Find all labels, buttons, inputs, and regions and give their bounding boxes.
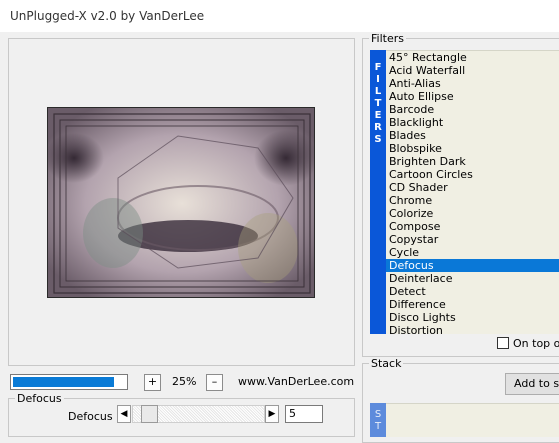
filters-letter: S [374, 134, 382, 145]
slider-increase-button[interactable]: ▶ [265, 405, 279, 423]
on-top-checkbox[interactable]: On top of [497, 337, 559, 350]
defocus-value-field[interactable]: 5 [285, 405, 323, 423]
filter-list-item[interactable]: CD Shader [386, 181, 559, 194]
defocus-param-label: Defocus [68, 410, 113, 423]
filter-list-item[interactable]: Distortion [386, 324, 559, 334]
filter-list-item[interactable]: Blobspike [386, 142, 559, 155]
filter-list-item[interactable]: Blades [386, 129, 559, 142]
filters-side-bar: FILTERS [370, 50, 386, 334]
filter-list-item[interactable]: Chrome [386, 194, 559, 207]
filter-list-item[interactable]: Disco Lights [386, 311, 559, 324]
stack-list[interactable] [386, 403, 559, 437]
filter-list-item[interactable]: Anti-Alias [386, 77, 559, 90]
defocus-slider-thumb[interactable] [141, 405, 159, 423]
filter-list-item[interactable]: Auto Ellipse [386, 90, 559, 103]
filter-list-item[interactable]: Deinterlace [386, 272, 559, 285]
preview-image[interactable] [47, 107, 315, 298]
filter-list-item[interactable]: Acid Waterfall [386, 64, 559, 77]
filter-list-item[interactable]: Defocus [386, 259, 559, 272]
window-title: UnPlugged-X v2.0 by VanDerLee [10, 9, 205, 23]
filter-list-item[interactable]: 45° Rectangle [386, 51, 559, 64]
filters-letter: F [374, 62, 382, 73]
zoom-in-button[interactable]: + [144, 374, 161, 391]
progress-fill [13, 377, 114, 387]
filters-letter: T [374, 98, 382, 109]
title-bar: UnPlugged-X v2.0 by VanDerLee [0, 0, 559, 32]
stack-group-label: Stack [369, 357, 404, 370]
filter-list-item[interactable]: Compose [386, 220, 559, 233]
stack-side-bar: ST [370, 403, 386, 437]
stack-letter: T [374, 421, 382, 432]
parameter-group-label: Defocus [15, 392, 64, 405]
filter-list-item[interactable]: Difference [386, 298, 559, 311]
filters-letter: L [374, 86, 382, 97]
website-link[interactable]: www.VanDerLee.com [238, 375, 354, 388]
filters-letter: R [374, 122, 382, 133]
filter-list-item[interactable]: Cartoon Circles [386, 168, 559, 181]
filter-list[interactable]: 45° Rectangle Acid Waterfall Anti-Alias Aut… [386, 50, 559, 334]
progress-bar [10, 374, 128, 390]
on-top-label: On top of [513, 337, 559, 350]
filter-list-item[interactable]: Barcode [386, 103, 559, 116]
filter-list-item[interactable]: Cycle [386, 246, 559, 259]
checkbox-box[interactable] [497, 337, 509, 349]
filters-group-label: Filters [369, 32, 406, 45]
zoom-level: 25% [172, 375, 197, 388]
filters-letter: E [374, 110, 382, 121]
filter-list-item[interactable]: Detect [386, 285, 559, 298]
filter-list-item[interactable]: Colorize [386, 207, 559, 220]
add-to-stack-button[interactable]: Add to stack [505, 373, 559, 395]
zoom-out-button[interactable]: – [206, 374, 223, 391]
slider-decrease-button[interactable]: ◀ [117, 405, 131, 423]
filter-list-item[interactable]: Blacklight [386, 116, 559, 129]
filters-letter: I [376, 74, 380, 85]
filter-list-item[interactable]: Brighten Dark [386, 155, 559, 168]
filter-list-item[interactable]: Copystar [386, 233, 559, 246]
stack-letter: S [374, 409, 382, 420]
preview-artwork [48, 108, 314, 297]
